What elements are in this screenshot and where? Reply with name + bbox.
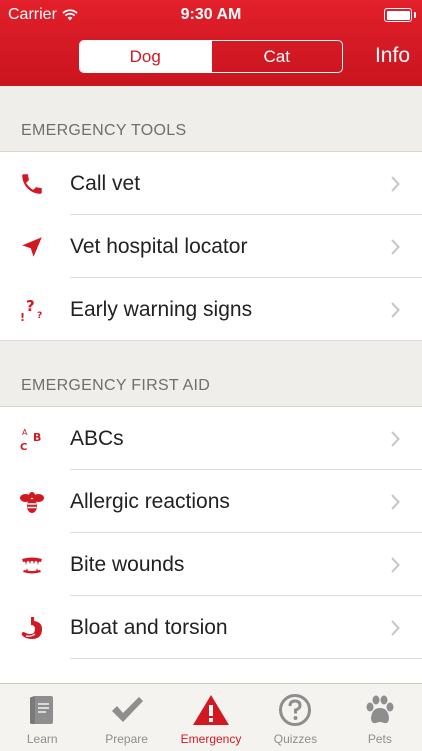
list-item-label: Call vet: [70, 171, 141, 195]
content-list[interactable]: EMERGENCY TOOLS Call vet Vet hospital lo…: [0, 86, 422, 683]
list-item-label: Bite wounds: [70, 552, 185, 576]
svg-text:?: ?: [37, 311, 42, 321]
chevron-right-icon: [391, 493, 400, 510]
chevron-right-icon: [391, 556, 400, 573]
bee-icon: [18, 488, 46, 516]
chevron-right-icon: [391, 301, 400, 318]
list-item-early-warning-signs[interactable]: ! ? ? Early warning signs: [0, 278, 422, 341]
list-item-label: Allergic reactions: [70, 489, 230, 513]
tab-bar: Learn Prepare Emergency Quizzes Pets: [0, 683, 422, 751]
chevron-right-icon: [391, 430, 400, 447]
tab-emergency[interactable]: Emergency: [169, 684, 253, 751]
svg-text:B: B: [33, 431, 41, 444]
tab-label: Prepare: [105, 732, 148, 746]
list-item-label: Early warning signs: [70, 297, 253, 321]
question-icon: [278, 693, 312, 727]
section-title: EMERGENCY FIRST AID: [21, 377, 211, 394]
tab-label: Pets: [367, 732, 392, 746]
location-arrow-icon: [18, 233, 46, 261]
tab-quizzes[interactable]: Quizzes: [253, 684, 337, 751]
list-item-vet-hospital-locator[interactable]: Vet hospital locator: [0, 215, 422, 278]
nav-header: Carrier 9:30 AM Dog Cat Info: [0, 0, 422, 86]
svg-text:A: A: [22, 428, 28, 437]
segment-dog[interactable]: Dog: [80, 41, 211, 72]
clock: 9:30 AM: [180, 6, 242, 23]
battery-icon: [384, 8, 416, 22]
list-item-bloat-and-torsion[interactable]: Bloat and torsion: [0, 596, 422, 659]
svg-text:?: ?: [26, 297, 35, 315]
checkmark-icon: [109, 693, 145, 727]
section-title: EMERGENCY TOOLS: [21, 122, 187, 139]
tab-prepare[interactable]: Prepare: [84, 684, 168, 751]
stomach-icon: [18, 614, 46, 642]
book-icon: [28, 693, 56, 727]
list-item-label: Vet hospital locator: [70, 234, 248, 258]
list-item-label: Bloat and torsion: [70, 615, 228, 639]
tab-label: Learn: [26, 732, 58, 746]
list-item-allergic-reactions[interactable]: Allergic reactions: [0, 470, 422, 533]
chevron-right-icon: [391, 175, 400, 192]
tab-learn[interactable]: Learn: [0, 684, 84, 751]
bite-icon: [18, 551, 46, 579]
warning-signs-icon: ! ? ?: [18, 296, 46, 324]
list-item-call-vet[interactable]: Call vet: [0, 152, 422, 215]
section-header-emergency-tools: EMERGENCY TOOLS: [0, 86, 422, 152]
phone-icon: [18, 170, 46, 198]
chevron-right-icon: [391, 619, 400, 636]
tab-pets[interactable]: Pets: [338, 684, 422, 751]
abc-icon: A B C: [18, 425, 46, 453]
warning-triangle-icon: [192, 693, 230, 727]
list-item-bite-wounds[interactable]: Bite wounds: [0, 533, 422, 596]
tab-label: Quizzes: [273, 732, 318, 746]
svg-text:C: C: [20, 442, 27, 453]
chevron-right-icon: [391, 238, 400, 255]
list-item-abcs[interactable]: A B C ABCs: [0, 407, 422, 470]
paw-icon: [363, 693, 397, 727]
info-button[interactable]: Info: [375, 44, 410, 68]
section-header-emergency-first-aid: EMERGENCY FIRST AID: [0, 341, 422, 407]
list-item-label: ABCs: [70, 426, 124, 450]
list-item-partial[interactable]: [0, 659, 422, 683]
status-bar: Carrier 9:30 AM: [0, 0, 422, 30]
segment-cat[interactable]: Cat: [210, 41, 343, 72]
tab-label: Emergency: [180, 732, 242, 746]
species-segmented-control: Dog Cat: [79, 40, 343, 73]
svg-text:!: !: [20, 311, 25, 324]
